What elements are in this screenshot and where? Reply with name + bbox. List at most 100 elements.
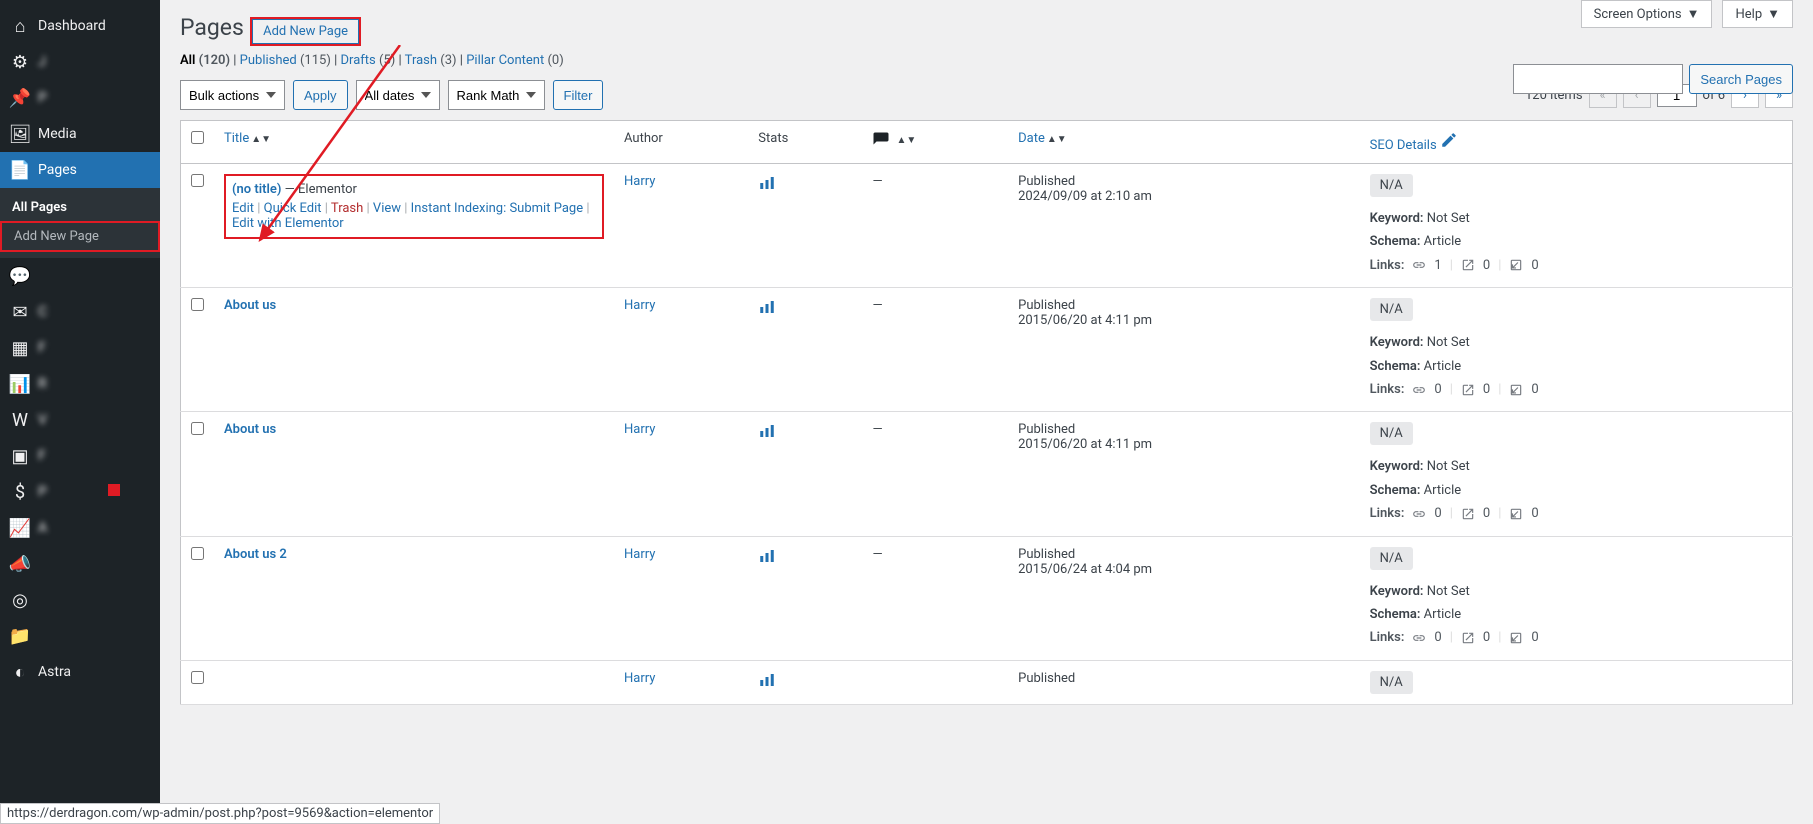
row-title-link[interactable]: (no title): [232, 182, 281, 197]
links-internal: 0: [1434, 378, 1441, 401]
filter-drafts[interactable]: Drafts (5): [341, 53, 396, 68]
instant-indexing-link[interactable]: Instant Indexing: Submit Page: [411, 201, 583, 216]
row-checkbox[interactable]: [191, 174, 204, 187]
sidebar-posts[interactable]: 📌P: [0, 80, 160, 116]
select-all-checkbox[interactable]: [191, 131, 204, 144]
sidebar-forms[interactable]: ▦F: [0, 330, 160, 366]
table-row: About usHarry—Published2015/06/20 at 4:1…: [181, 288, 1793, 412]
page-icon: 📄: [10, 160, 30, 180]
date-value: 2015/06/24 at 4:04 pm: [1018, 562, 1350, 577]
filter-all[interactable]: All (120): [180, 53, 230, 68]
sidebar-media[interactable]: 🖼Media: [0, 116, 160, 152]
edit-elementor-link[interactable]: Edit with Elementor: [232, 216, 344, 231]
sidebar-templates[interactable]: 📁: [0, 618, 160, 654]
row-checkbox[interactable]: [191, 547, 204, 560]
search-input[interactable]: [1513, 64, 1683, 94]
row-checkbox[interactable]: [191, 422, 204, 435]
filter-published[interactable]: Published (115): [240, 53, 331, 68]
sidebar-payments[interactable]: $P: [0, 474, 160, 510]
help-button[interactable]: Help ▼: [1722, 0, 1793, 28]
bulk-actions-select[interactable]: Bulk actions: [180, 80, 285, 110]
chart-icon: 📊: [10, 374, 30, 394]
comments-cell: —: [862, 164, 1008, 288]
author-link[interactable]: Harry: [624, 298, 655, 313]
keyword-label: Keyword:: [1370, 335, 1424, 350]
author-link[interactable]: Harry: [624, 671, 655, 686]
submenu-all-pages[interactable]: All Pages: [0, 194, 160, 221]
dates-filter-select[interactable]: All dates: [356, 80, 440, 110]
bars-icon: 📈: [10, 518, 30, 538]
table-row: About usHarry—Published2015/06/20 at 4:1…: [181, 412, 1793, 536]
date-status: Published: [1018, 547, 1350, 562]
links-in: 0: [1531, 626, 1538, 649]
comment-icon: 💬: [10, 266, 30, 286]
comments-cell: —: [862, 536, 1008, 660]
author-link[interactable]: Harry: [624, 174, 655, 189]
sort-icon: ▲▼: [251, 134, 271, 145]
schema-value: Article: [1424, 234, 1461, 249]
col-seo[interactable]: SEO Details: [1360, 121, 1793, 164]
sidebar-comments[interactable]: 💬: [0, 258, 160, 294]
keyword-value: Not Set: [1427, 211, 1470, 226]
links-in: 0: [1531, 378, 1538, 401]
date-value: 2024/09/09 at 2:10 am: [1018, 189, 1350, 204]
rankmath-filter-select[interactable]: Rank Math: [448, 80, 545, 110]
sidebar-woo[interactable]: WV: [0, 402, 160, 438]
row-title-link[interactable]: About us: [224, 298, 276, 313]
stats-icon[interactable]: [758, 554, 776, 569]
add-new-page-button[interactable]: Add New Page: [252, 19, 359, 44]
filter-button[interactable]: Filter: [553, 80, 604, 110]
trash-link[interactable]: Trash: [331, 201, 363, 216]
table-row: HarryPublishedN/A: [181, 660, 1793, 704]
filter-pillar[interactable]: Pillar Content (0): [466, 53, 564, 68]
links-in: 0: [1531, 502, 1538, 525]
sidebar-elementor[interactable]: ◎: [0, 582, 160, 618]
col-stats: Stats: [748, 121, 862, 164]
row-title-link[interactable]: About us 2: [224, 547, 287, 562]
caret-down-icon: ▼: [1687, 6, 1700, 22]
sidebar-analytics[interactable]: 📈A: [0, 510, 160, 546]
quick-edit-link[interactable]: Quick Edit: [264, 201, 322, 216]
stats-icon[interactable]: [758, 429, 776, 444]
astra-icon: ◐: [10, 662, 30, 682]
sidebar-fluent[interactable]: ▣F: [0, 438, 160, 474]
author-link[interactable]: Harry: [624, 547, 655, 562]
row-checkbox[interactable]: [191, 671, 204, 684]
stats-icon[interactable]: [758, 181, 776, 196]
sidebar-contact[interactable]: ✉C: [0, 294, 160, 330]
stats-icon[interactable]: [758, 305, 776, 320]
page-title: Pages: [180, 0, 244, 45]
stats-icon[interactable]: [758, 678, 776, 693]
links-internal: 1: [1434, 254, 1441, 277]
sidebar-site[interactable]: ⚙J: [0, 44, 160, 80]
date-status: Published: [1018, 422, 1350, 437]
keyword-label: Keyword:: [1370, 459, 1424, 474]
admin-sidebar: ⌂Dashboard ⚙J 📌P 🖼Media 📄Pages All Pages…: [0, 0, 160, 824]
view-link[interactable]: View: [373, 201, 401, 216]
pencil-icon: [1440, 131, 1458, 149]
author-link[interactable]: Harry: [624, 422, 655, 437]
edit-link[interactable]: Edit: [232, 201, 254, 216]
filter-trash[interactable]: Trash (3): [405, 53, 457, 68]
col-comments[interactable]: ▲▼: [862, 121, 1008, 164]
sidebar-dashboard[interactable]: ⌂Dashboard: [0, 8, 160, 44]
links-label: Links:: [1370, 502, 1405, 525]
col-date[interactable]: Date▲▼: [1008, 121, 1360, 164]
fluent-icon: ▣: [10, 446, 30, 466]
caret-down-icon: ▼: [1767, 6, 1780, 22]
screen-options-button[interactable]: Screen Options ▼: [1581, 0, 1713, 28]
row-title-link[interactable]: About us: [224, 422, 276, 437]
col-title[interactable]: Title▲▼: [214, 121, 614, 164]
date-value: 2015/06/20 at 4:11 pm: [1018, 313, 1350, 328]
sidebar-astra[interactable]: ◐Astra: [0, 654, 160, 690]
sidebar-pages[interactable]: 📄Pages: [0, 152, 160, 188]
schema-value: Article: [1424, 359, 1461, 374]
sidebar-announce[interactable]: 📣: [0, 546, 160, 582]
apply-button[interactable]: Apply: [293, 80, 348, 110]
schema-label: Schema:: [1370, 234, 1421, 249]
search-pages-button[interactable]: Search Pages: [1689, 64, 1793, 94]
submenu-add-new-page[interactable]: Add New Page: [0, 221, 160, 252]
sidebar-rankmath[interactable]: 📊R: [0, 366, 160, 402]
row-checkbox[interactable]: [191, 298, 204, 311]
date-status: Published: [1018, 174, 1350, 189]
